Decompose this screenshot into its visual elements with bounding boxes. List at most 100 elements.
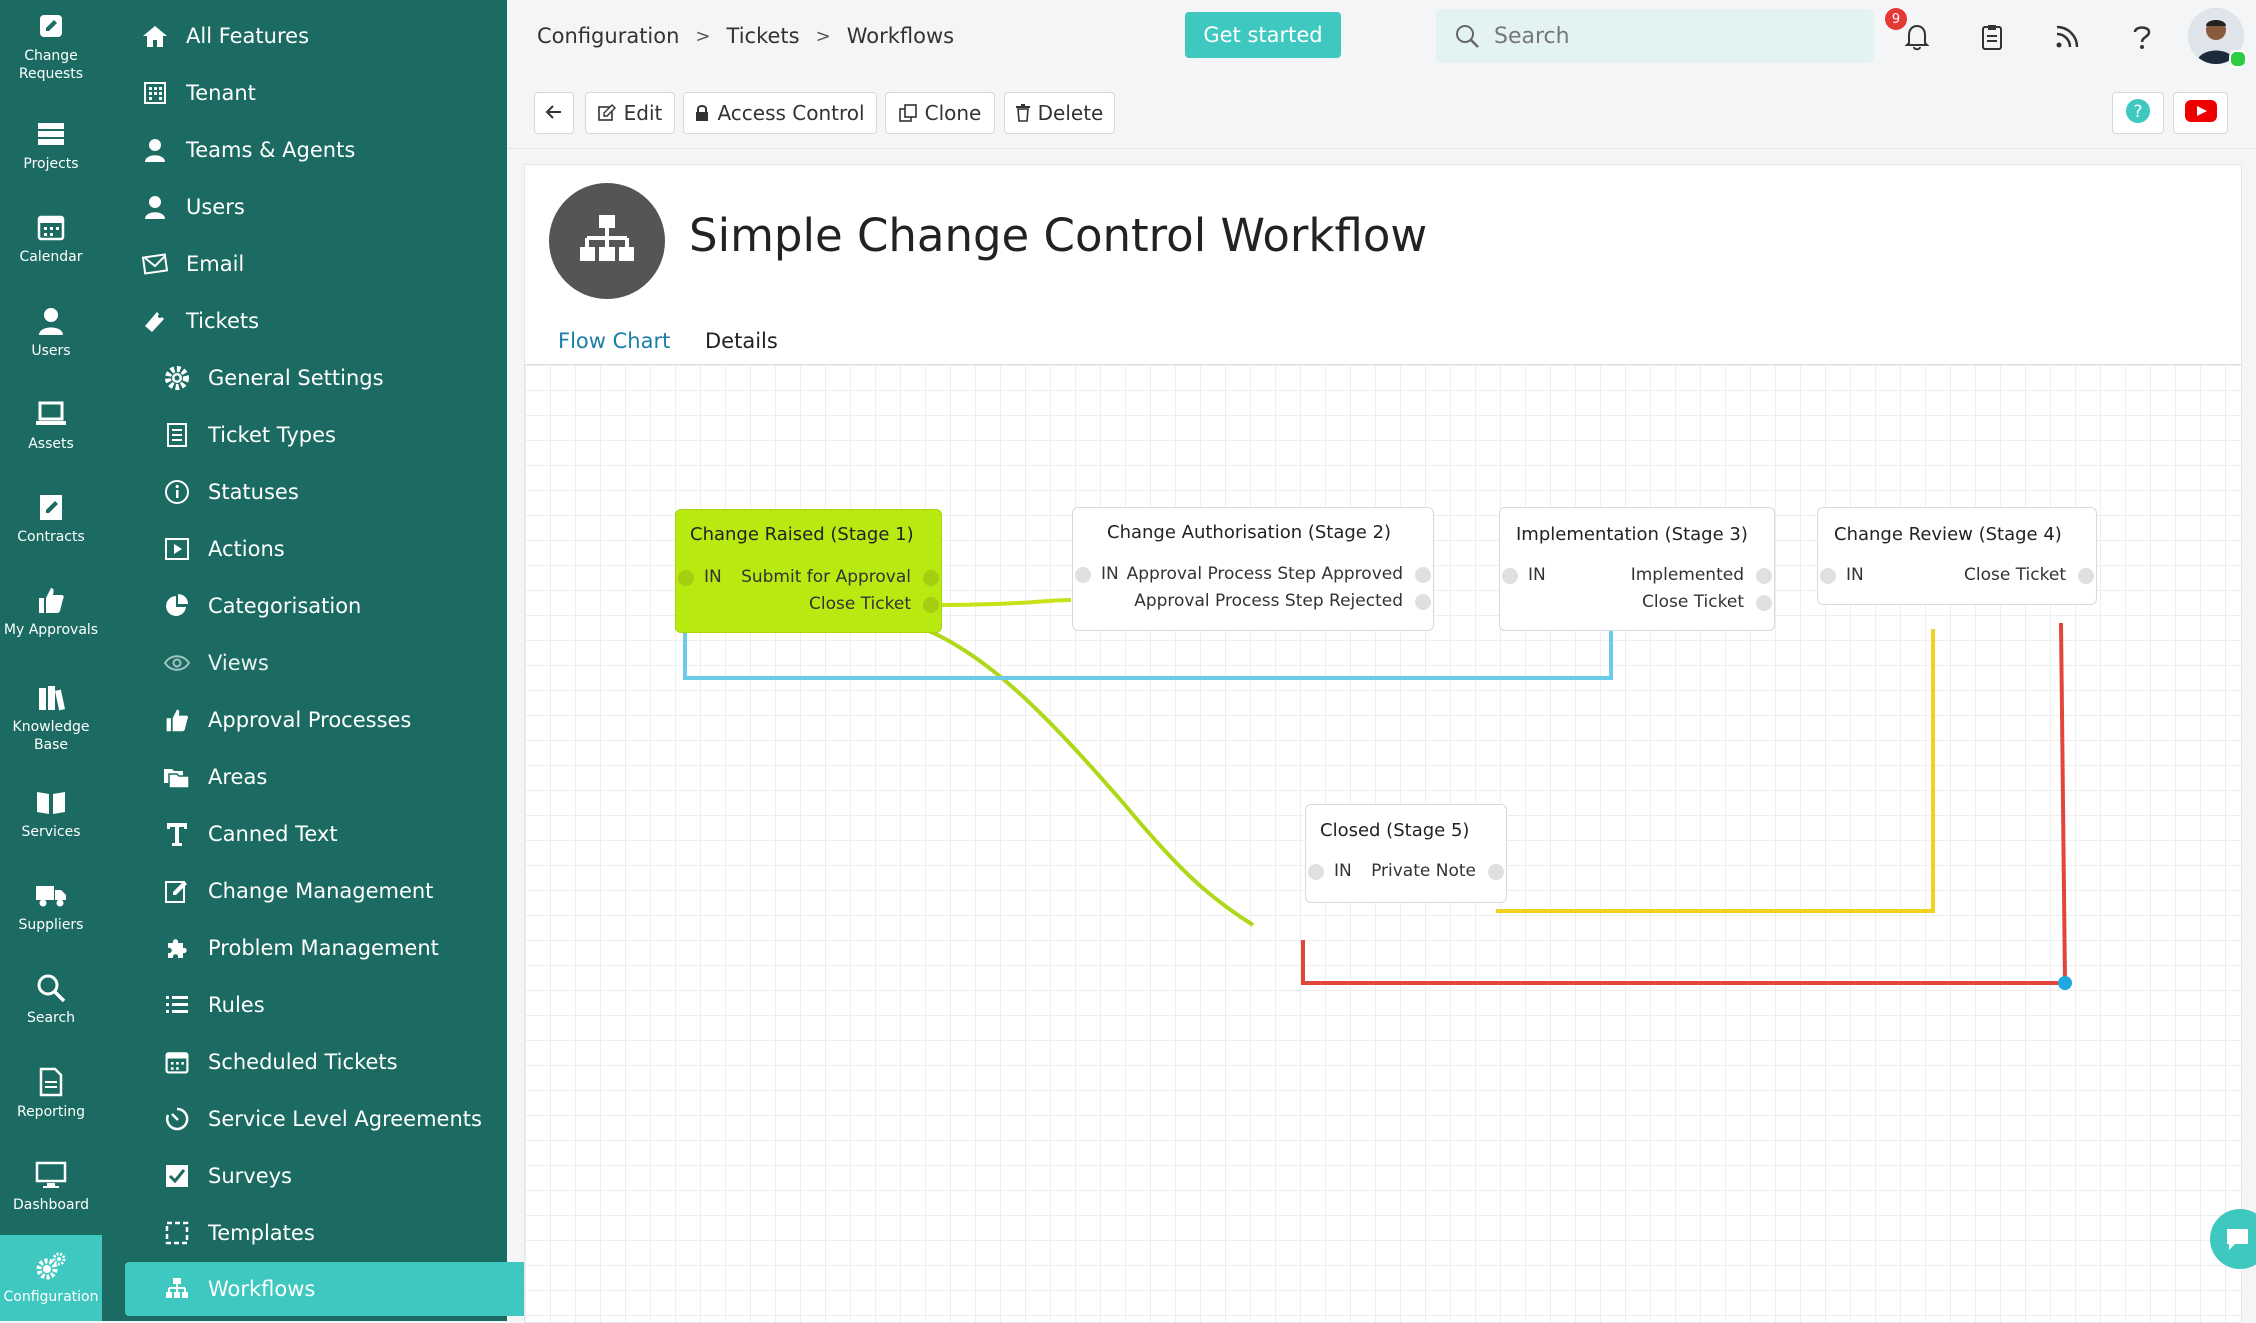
- sidebar-item-categorisation[interactable]: Categorisation: [102, 579, 567, 633]
- rail-item-search[interactable]: Search: [0, 953, 102, 1045]
- books-icon: [34, 680, 68, 714]
- layers-icon: [34, 117, 68, 151]
- rail-item-services[interactable]: Services: [0, 767, 102, 859]
- output-label: Close Ticket: [1963, 565, 2066, 585]
- rail-label: Users: [31, 343, 71, 359]
- edit-icon: [34, 9, 68, 43]
- sidebar-item-templates[interactable]: Templates: [102, 1206, 567, 1260]
- youtube-icon: [2184, 99, 2217, 127]
- output-port[interactable]: [1488, 864, 1504, 880]
- edit-button[interactable]: Edit: [585, 92, 675, 134]
- sidebar-item-tenant[interactable]: Tenant: [102, 66, 545, 120]
- input-label: IN: [704, 567, 722, 587]
- contract-icon: [34, 490, 68, 524]
- output-port[interactable]: [923, 597, 939, 613]
- clipboard-icon[interactable]: [1975, 20, 2009, 54]
- help-icon[interactable]: [2125, 20, 2159, 54]
- input-port[interactable]: [1308, 864, 1324, 880]
- rail-item-dashboard[interactable]: Dashboard: [0, 1140, 102, 1232]
- rail-item-change-requests[interactable]: Change Requests: [0, 0, 102, 92]
- node-stage-5[interactable]: Closed (Stage 5) IN Private Note: [1305, 804, 1507, 903]
- search-input[interactable]: [1492, 22, 1874, 50]
- sidebar-item-rules[interactable]: Rules: [102, 978, 567, 1032]
- sidebar-item-email[interactable]: Email: [102, 237, 545, 291]
- sidebar-item-scheduled-tickets[interactable]: Scheduled Tickets: [102, 1035, 567, 1089]
- sidebar-item-canned-text[interactable]: Canned Text: [102, 807, 567, 861]
- sidebar-item-actions[interactable]: Actions: [102, 522, 567, 576]
- sidebar-item-teams-agents[interactable]: Teams & Agents: [102, 123, 545, 177]
- rail-label: Knowledge Base: [12, 719, 90, 753]
- sidebar-item-label: Service Level Agreements: [208, 1107, 482, 1131]
- rail-item-contracts[interactable]: Contracts: [0, 472, 102, 564]
- sidebar-item-change-management[interactable]: Change Management: [102, 864, 567, 918]
- rss-icon[interactable]: [2050, 20, 2084, 54]
- node-title: Implementation (Stage 3): [1516, 524, 1748, 545]
- rail-item-projects[interactable]: Projects: [0, 99, 102, 191]
- truck-icon: [34, 878, 68, 912]
- rail-item-assets[interactable]: Assets: [0, 379, 102, 471]
- clone-button[interactable]: Clone: [885, 92, 995, 134]
- user-icon: [34, 304, 68, 338]
- sidebar-item-all-features[interactable]: All Features: [102, 9, 545, 63]
- output-port[interactable]: [2078, 568, 2094, 584]
- sitemap-icon: [162, 1274, 192, 1304]
- link-handle[interactable]: [2058, 976, 2072, 990]
- sidebar-item-areas[interactable]: Areas: [102, 750, 567, 804]
- back-button[interactable]: [534, 92, 574, 134]
- rail-item-configuration[interactable]: Configuration: [0, 1235, 102, 1321]
- sidebar-item-problem-management[interactable]: Problem Management: [102, 921, 567, 975]
- input-port[interactable]: [1075, 567, 1091, 583]
- input-label: IN: [1101, 564, 1119, 584]
- get-started-button[interactable]: Get started: [1185, 12, 1341, 58]
- input-label: IN: [1528, 565, 1546, 585]
- breadcrumb-configuration[interactable]: Configuration: [537, 24, 679, 48]
- rail-item-calendar[interactable]: Calendar: [0, 192, 102, 284]
- sidebar-item-general-settings[interactable]: General Settings: [102, 351, 567, 405]
- rail-label: Projects: [23, 156, 79, 172]
- sidebar-item-label: Workflows: [208, 1277, 316, 1301]
- chat-icon: [2224, 1225, 2254, 1257]
- book-open-icon: [34, 785, 68, 819]
- output-port[interactable]: [1415, 567, 1431, 583]
- output-port[interactable]: [1756, 595, 1772, 611]
- input-port[interactable]: [1820, 568, 1836, 584]
- rail-item-knowledge-base[interactable]: Knowledge Base: [0, 664, 102, 770]
- eye-icon: [162, 648, 192, 678]
- sidebar-item-views[interactable]: Views: [102, 636, 567, 690]
- flowchart-canvas[interactable]: Change Raised (Stage 1) IN Submit for Ap…: [525, 365, 2241, 1322]
- sidebar-item-tickets[interactable]: Tickets: [102, 294, 545, 348]
- sidebar-item-users[interactable]: Users: [102, 180, 545, 234]
- node-stage-1[interactable]: Change Raised (Stage 1) IN Submit for Ap…: [675, 509, 942, 633]
- tab-details[interactable]: Details: [705, 329, 778, 369]
- breadcrumb-workflows[interactable]: Workflows: [847, 24, 954, 48]
- rail-item-my-approvals[interactable]: My Approvals: [0, 565, 102, 657]
- sidebar-item-service-level-agreements[interactable]: Service Level Agreements: [102, 1092, 567, 1146]
- delete-button[interactable]: Delete: [1004, 92, 1115, 134]
- sidebar-item-approval-processes[interactable]: Approval Processes: [102, 693, 567, 747]
- edit-icon: [597, 104, 616, 122]
- sidebar-item-statuses[interactable]: Statuses: [102, 465, 567, 519]
- access-control-button[interactable]: Access Control: [683, 92, 877, 134]
- link-stage3-close-to-stage5: [1496, 629, 1935, 913]
- sidebar-item-surveys[interactable]: Surveys: [102, 1149, 567, 1203]
- sidebar-item-ticket-types[interactable]: Ticket Types: [102, 408, 567, 462]
- rail-label: Assets: [28, 436, 74, 452]
- youtube-button[interactable]: [2173, 92, 2228, 134]
- input-port[interactable]: [678, 570, 694, 586]
- node-stage-4[interactable]: Change Review (Stage 4) IN Close Ticket: [1817, 507, 2097, 605]
- breadcrumb-tickets[interactable]: Tickets: [727, 24, 800, 48]
- sidebar-item-workflows[interactable]: Workflows: [125, 1262, 544, 1316]
- output-port[interactable]: [923, 570, 939, 586]
- output-port[interactable]: [1415, 594, 1431, 610]
- help-button[interactable]: ?: [2112, 92, 2164, 134]
- rail-item-reporting[interactable]: Reporting: [0, 1047, 102, 1139]
- rail-item-suppliers[interactable]: Suppliers: [0, 860, 102, 952]
- output-port[interactable]: [1756, 568, 1772, 584]
- node-stage-2[interactable]: Change Authorisation (Stage 2) IN Approv…: [1072, 507, 1434, 631]
- access-control-label: Access Control: [717, 101, 865, 125]
- rail-item-users[interactable]: Users: [0, 286, 102, 378]
- trash-icon: [1015, 104, 1030, 122]
- node-title: Change Authorisation (Stage 2): [1107, 522, 1392, 543]
- input-port[interactable]: [1502, 568, 1518, 584]
- node-stage-3[interactable]: Implementation (Stage 3) IN Implemented …: [1499, 507, 1775, 631]
